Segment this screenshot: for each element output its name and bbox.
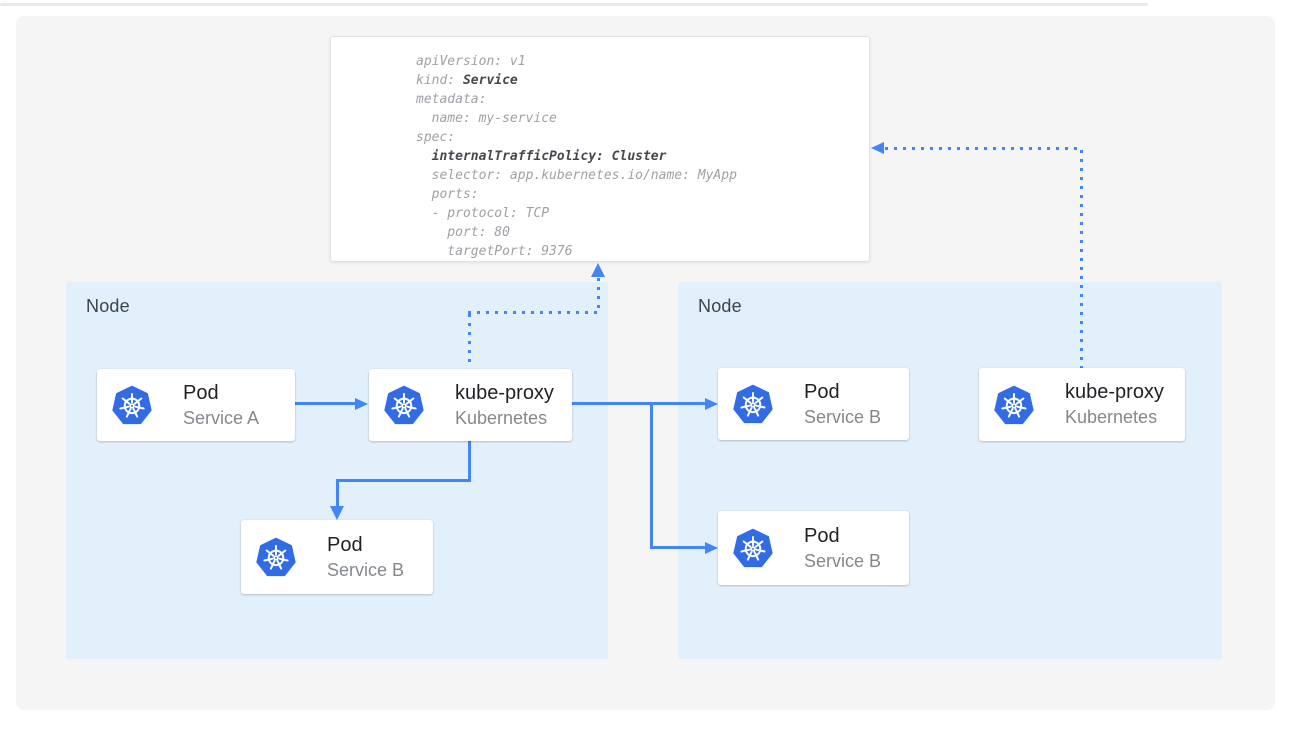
page-top-divider [0,3,1148,6]
yaml-line: kind: Service [416,71,859,90]
yaml-line: apiVersion: v1 [416,52,859,71]
connector-kube-proxy-to-pod-b-top-right [572,402,705,405]
node-left-container: Node [66,282,608,659]
card-title: kube-proxy [1065,380,1164,405]
yaml-line: name: my-service [416,109,859,128]
card-title: Pod [804,380,881,405]
card-subtitle: Kubernetes [455,407,554,430]
card-subtitle: Service B [804,550,881,573]
dotted-kube-proxy-left-to-yaml-segment [597,278,600,311]
kubernetes-icon [731,526,775,570]
kubernetes-icon [254,535,298,579]
yaml-line: targetPort: 9376 [416,242,859,261]
card-subtitle: Kubernetes [1065,406,1164,429]
connector-branch-to-pod-b-bottom-right [650,546,705,549]
kubernetes-icon [992,383,1036,427]
pod-service-b-left-card: Pod Service B [241,520,433,594]
card-title: Pod [327,533,404,558]
service-yaml-panel: apiVersion: v1 kind: Service metadata: n… [330,36,870,262]
kube-proxy-left-card: kube-proxy Kubernetes [369,369,572,441]
kubernetes-icon [110,383,154,427]
yaml-line: metadata: [416,90,859,109]
yaml-line: ports: [416,185,859,204]
card-title: Pod [804,524,881,549]
node-right-container: Node [678,282,1222,659]
kubernetes-internal-traffic-policy-diagram: Node Node apiVersion: v1 kind: Service m… [0,0,1296,729]
arrowhead-into-pod-b-top-right-icon [705,398,718,410]
yaml-line: - protocol: TCP [416,204,859,223]
card-subtitle: Service B [327,559,404,582]
yaml-line: port: 80 [416,223,859,242]
node-left-label: Node [86,296,130,317]
connector-pod-a-to-kube-proxy [295,402,355,405]
yaml-line: selector: app.kubernetes.io/name: MyApp [416,166,859,185]
connector-kube-proxy-down-segment [468,441,471,481]
card-subtitle: Service A [183,407,259,430]
dotted-kube-proxy-left-across-segment [468,311,601,314]
card-title: kube-proxy [455,381,554,406]
arrowhead-into-pod-b-bottom-right-icon [705,542,718,554]
card-title: Pod [183,381,259,406]
pod-service-a-card: Pod Service A [97,369,295,441]
yaml-line: spec: [416,128,859,147]
kubernetes-icon [382,383,426,427]
yaml-line: internalTrafficPolicy: Cluster [416,147,859,166]
kubernetes-icon [731,382,775,426]
node-right-label: Node [698,296,742,317]
arrowhead-into-yaml-right-icon [871,142,884,154]
arrowhead-into-kube-proxy-icon [355,398,368,410]
arrowhead-into-yaml-bottom-icon [591,263,605,277]
connector-branch-down-segment [650,402,653,549]
connector-kube-proxy-left-segment [336,479,471,482]
dotted-kube-proxy-right-up-segment [1080,150,1083,368]
dotted-kube-proxy-left-up-segment [468,314,471,368]
dotted-kube-proxy-right-across-segment [885,147,1083,150]
arrowhead-into-pod-b-left-icon [330,506,344,520]
kube-proxy-right-card: kube-proxy Kubernetes [979,368,1185,441]
card-subtitle: Service B [804,406,881,429]
pod-service-b-top-right-card: Pod Service B [718,368,909,440]
pod-service-b-bottom-right-card: Pod Service B [718,511,909,585]
connector-into-pod-b-left-segment [336,479,339,507]
